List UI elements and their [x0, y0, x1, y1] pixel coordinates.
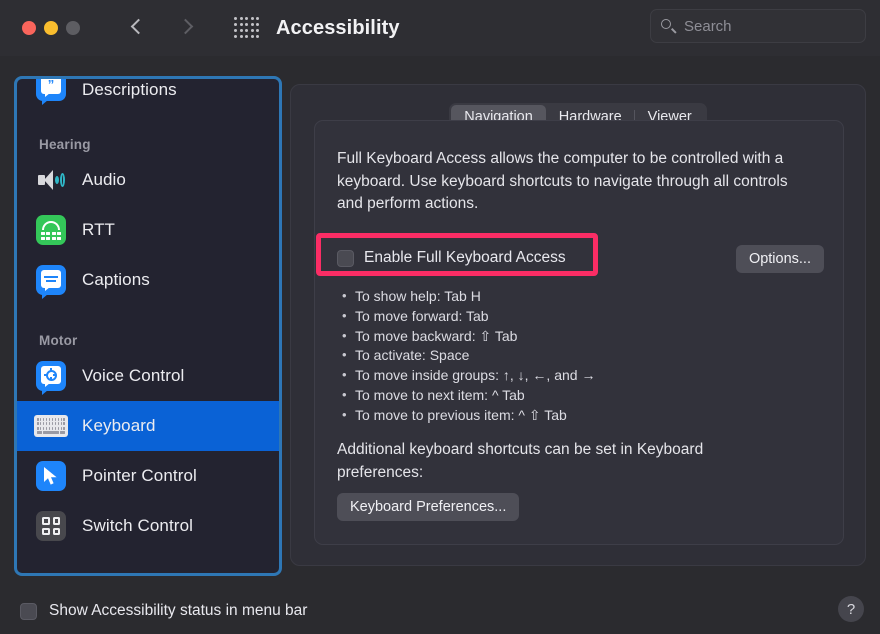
help-button[interactable]: ?: [838, 596, 864, 622]
close-button[interactable]: [22, 21, 36, 35]
search-input[interactable]: Search: [650, 9, 866, 43]
sidebar-item-label: Descriptions: [82, 80, 177, 99]
keyboard-shortcuts-list: To show help: Tab H To move forward: Tab…: [341, 286, 771, 426]
sidebar[interactable]: ” Descriptions Hearing Audio RTT Caption…: [14, 76, 282, 576]
keyboard-preferences-button[interactable]: Keyboard Preferences...: [337, 493, 520, 521]
sidebar-item-label: Switch Control: [82, 516, 193, 535]
show-accessibility-status-label: Show Accessibility status in menu bar: [49, 602, 308, 619]
chevron-right-icon[interactable]: [177, 18, 194, 36]
sidebar-item-label: Voice Control: [82, 366, 185, 385]
sidebar-item-pointer-control[interactable]: Pointer Control: [17, 451, 279, 501]
search-placeholder: Search: [684, 17, 732, 35]
keyboard-icon: [34, 415, 68, 437]
traffic-light-buttons: [22, 21, 80, 35]
sidebar-section-motor: Motor: [39, 333, 78, 348]
page-title: Accessibility: [276, 16, 400, 39]
navigation-buttons: [130, 18, 194, 36]
sidebar-item-label: RTT: [82, 220, 116, 239]
content-panel: Navigation Hardware Viewer Full Keyboard…: [290, 84, 866, 566]
zoom-button[interactable]: [66, 21, 80, 35]
additional-shortcuts-text: Additional keyboard shortcuts can be set…: [337, 441, 704, 481]
sidebar-item-voice-control[interactable]: Voice Control: [17, 351, 279, 401]
descriptions-icon: ”: [36, 79, 66, 105]
sidebar-item-label: Captions: [82, 270, 150, 289]
list-item: To move backward: ⇧ Tab: [341, 326, 771, 347]
switch-control-icon: [36, 511, 66, 541]
title-bar: Accessibility Search: [0, 0, 880, 56]
enable-full-keyboard-access-label: Enable Full Keyboard Access: [364, 249, 566, 266]
list-item: To move forward: Tab: [341, 306, 771, 327]
enable-full-keyboard-access-row[interactable]: Enable Full Keyboard Access: [337, 249, 566, 267]
sidebar-item-descriptions[interactable]: ” Descriptions: [17, 79, 279, 121]
voice-control-icon: [36, 361, 66, 395]
options-button[interactable]: Options...: [735, 245, 824, 273]
pointer-control-icon: [36, 461, 66, 491]
sidebar-item-label: Keyboard: [82, 416, 156, 435]
show-accessibility-status-checkbox[interactable]: [20, 602, 37, 620]
sidebar-item-label: Audio: [82, 170, 126, 189]
sidebar-item-audio[interactable]: Audio: [17, 155, 279, 205]
sidebar-item-captions[interactable]: Captions: [17, 255, 279, 305]
sidebar-item-rtt[interactable]: RTT: [17, 205, 279, 255]
sidebar-scroll-area[interactable]: ” Descriptions Hearing Audio RTT Caption…: [17, 79, 279, 573]
chevron-left-icon[interactable]: [130, 18, 147, 36]
navigation-tab-panel: Full Keyboard Access allows the computer…: [314, 120, 844, 545]
rtt-icon: [36, 215, 66, 245]
minimize-button[interactable]: [44, 21, 58, 35]
list-item: To activate: Space: [341, 345, 771, 366]
captions-icon: [36, 265, 66, 299]
enable-full-keyboard-access-checkbox[interactable]: [337, 249, 354, 267]
list-item: To show help: Tab H: [341, 286, 771, 307]
list-item: To move to previous item: ^ ⇧ Tab: [341, 405, 771, 426]
accessibility-preferences-window: Accessibility Search ” Descriptions Hear…: [0, 0, 880, 634]
sidebar-item-switch-control[interactable]: Switch Control: [17, 501, 279, 551]
sidebar-item-keyboard[interactable]: Keyboard: [17, 401, 279, 451]
audio-icon: [36, 165, 66, 195]
show-status-row[interactable]: Show Accessibility status in menu bar: [20, 602, 307, 620]
sidebar-item-label: Pointer Control: [82, 466, 197, 485]
sidebar-section-hearing: Hearing: [39, 137, 91, 152]
full-keyboard-access-description: Full Keyboard Access allows the computer…: [337, 150, 788, 212]
list-item: To move to next item: ^ Tab: [341, 385, 771, 406]
list-item: To move inside groups: ↑, ↓, ←, and →: [341, 365, 771, 386]
show-all-grid-icon[interactable]: [234, 17, 260, 39]
search-icon: [661, 18, 677, 34]
